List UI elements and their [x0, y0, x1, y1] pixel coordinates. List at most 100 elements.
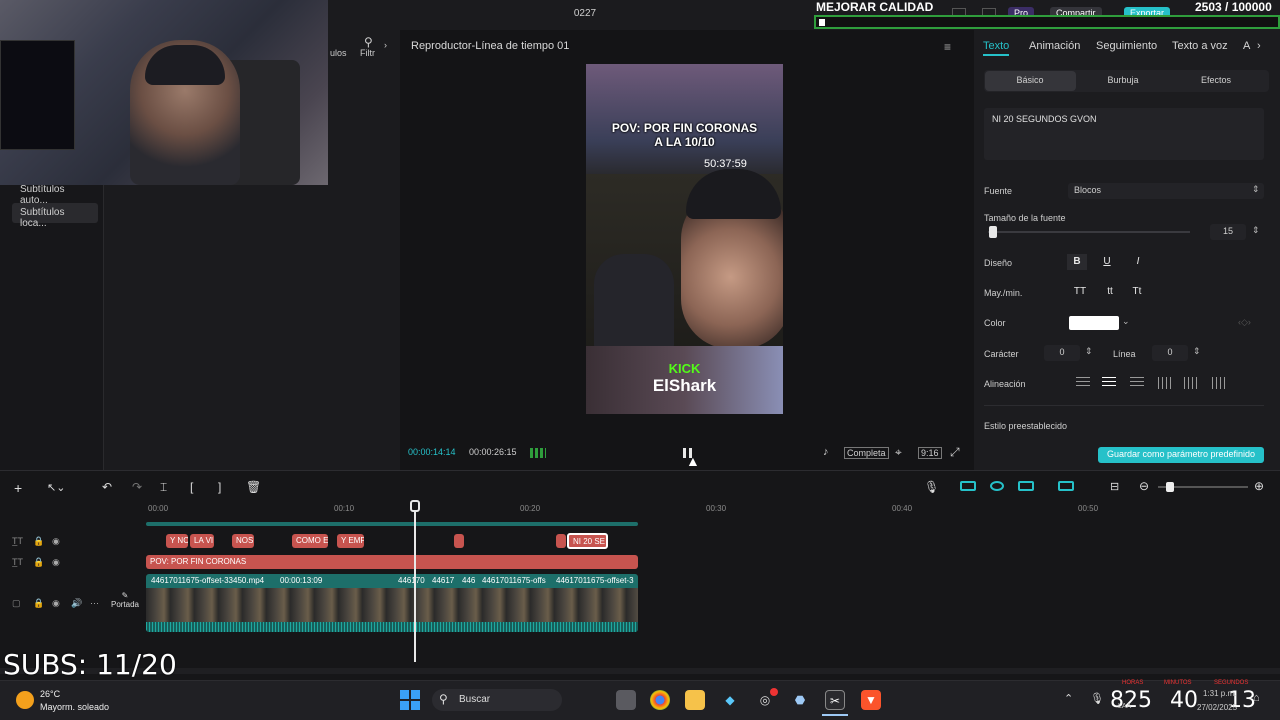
add-icon[interactable]: +: [14, 480, 22, 496]
titlecase-button[interactable]: Tt: [1127, 284, 1147, 300]
eye-icon[interactable]: ◉: [52, 557, 60, 568]
video-preview[interactable]: POV: POR FIN CORONAS A LA 10/10 50:37:59…: [586, 64, 783, 414]
pov-text-clip[interactable]: POV: POR FIN CORONAS: [146, 555, 638, 569]
chevron-right-icon[interactable]: ›: [384, 40, 387, 50]
subtab-basico[interactable]: Básico: [985, 75, 1075, 85]
microphone-icon[interactable]: 🎙: [924, 480, 939, 494]
eye-icon[interactable]: ◉: [52, 536, 60, 547]
text-clip[interactable]: Y NC: [166, 534, 188, 548]
tab-more[interactable]: A: [1243, 40, 1250, 52]
split-icon[interactable]: ⌶: [160, 480, 167, 495]
language-indicator[interactable]: LAA: [1118, 703, 1131, 710]
link-icon[interactable]: [990, 481, 1004, 491]
trim-left-icon[interactable]: [: [190, 480, 193, 494]
text-clip[interactable]: COMO E: [292, 534, 328, 548]
delete-icon[interactable]: 🗑: [246, 480, 261, 494]
notification-icon[interactable]: ⌂: [1253, 692, 1260, 704]
stepper-icon[interactable]: ⇕: [1085, 346, 1093, 357]
selected-text-clip[interactable]: NI 20 SE: [567, 533, 608, 549]
stepper-icon[interactable]: ⇕: [1252, 225, 1260, 236]
focus-icon[interactable]: ⌖: [895, 445, 902, 460]
chevron-up-icon[interactable]: ⌃: [1064, 692, 1073, 705]
brave-icon[interactable]: ▼: [861, 690, 881, 710]
cover-button[interactable]: ✎ Portada: [110, 591, 140, 617]
vertical-align-top-icon[interactable]: [1158, 377, 1172, 389]
clock-date[interactable]: 27/02/2025: [1197, 703, 1237, 712]
tab-titulos[interactable]: ulos: [330, 48, 347, 58]
fullscreen-icon[interactable]: ⤢: [950, 445, 960, 460]
zoom-in-icon[interactable]: ⊕: [1254, 479, 1264, 493]
zoom-knob[interactable]: [1166, 482, 1174, 492]
capcut-icon[interactable]: ✂: [825, 690, 845, 710]
line-spacing-input[interactable]: 0: [1152, 345, 1188, 361]
font-size-input[interactable]: 15: [1210, 224, 1246, 240]
audio-icon[interactable]: 🔊: [71, 598, 82, 609]
file-icon[interactable]: [616, 690, 636, 710]
weather-icon[interactable]: [16, 691, 34, 709]
completa-button[interactable]: Completa: [844, 447, 889, 459]
underline-button[interactable]: U: [1097, 254, 1117, 270]
lock-icon[interactable]: 🔒: [33, 598, 44, 609]
font-size-slider[interactable]: [988, 226, 1190, 238]
folder-icon[interactable]: [685, 690, 705, 710]
steam-icon[interactable]: ⬣: [790, 690, 810, 710]
menu-icon[interactable]: ≡: [944, 40, 951, 54]
redo-icon[interactable]: ↷: [132, 480, 142, 494]
vertical-align-bottom-icon[interactable]: [1212, 377, 1226, 389]
trim-right-icon[interactable]: ]: [218, 480, 221, 494]
tiktok-icon[interactable]: ♪: [823, 446, 829, 458]
tab-filtros[interactable]: Filtr: [360, 48, 375, 58]
snap-icon[interactable]: [1058, 481, 1074, 491]
text-clip[interactable]: [556, 534, 566, 548]
filter-icon[interactable]: ⚲: [364, 35, 373, 49]
chevron-down-icon[interactable]: ⌄: [1122, 316, 1130, 327]
keyframe-icon[interactable]: ‹◇›: [1238, 317, 1251, 328]
lock-icon[interactable]: 🔒: [33, 557, 44, 568]
italic-button[interactable]: I: [1128, 254, 1148, 270]
lock-icon[interactable]: 🔒: [33, 536, 44, 547]
align-center-icon[interactable]: [1102, 377, 1116, 389]
zoom-out-icon[interactable]: ⊖: [1139, 479, 1149, 493]
clock-time[interactable]: 1:31 p.m.: [1203, 689, 1236, 698]
chrome-icon[interactable]: [650, 690, 670, 710]
text-clip[interactable]: NOS: [232, 534, 254, 548]
character-spacing-input[interactable]: 0: [1044, 345, 1080, 361]
uppercase-button[interactable]: TT: [1070, 284, 1090, 300]
stepper-icon[interactable]: ⇕: [1193, 346, 1201, 357]
text-clip[interactable]: Y EMF: [337, 534, 364, 548]
caption-track-icon[interactable]: ⊟: [1110, 480, 1119, 493]
save-preset-button[interactable]: Guardar como parámetro predefinido: [1098, 447, 1264, 463]
align-left-icon[interactable]: [1076, 377, 1090, 389]
color-swatch[interactable]: [1069, 316, 1119, 330]
tab-seguimiento[interactable]: Seguimiento: [1096, 40, 1157, 52]
magnet-icon[interactable]: [960, 481, 976, 491]
text-content-field[interactable]: NI 20 SEGUNDOS GVON: [984, 108, 1264, 160]
eye-icon[interactable]: ◉: [52, 598, 60, 609]
font-select[interactable]: Blocos: [1068, 183, 1264, 199]
sidebar-item-local-captions[interactable]: Subtítulos loca...: [12, 203, 98, 229]
vscode-icon[interactable]: ◆: [720, 690, 740, 710]
bold-button[interactable]: B: [1067, 254, 1087, 270]
waveform-icon[interactable]: [530, 448, 546, 458]
slider-knob[interactable]: [989, 226, 997, 238]
subtab-burbuja[interactable]: Burbuja: [1078, 75, 1168, 85]
tab-texto-a-voz[interactable]: Texto a voz: [1172, 40, 1228, 52]
mic-tray-icon[interactable]: 🎙: [1090, 692, 1104, 705]
playhead[interactable]: [414, 500, 416, 662]
more-icon[interactable]: ⋯: [90, 598, 99, 609]
timeline-scrollbar[interactable]: [0, 668, 1280, 674]
text-clip[interactable]: LA VI: [190, 534, 214, 548]
windows-start-icon[interactable]: [400, 690, 420, 710]
aspect-ratio-button[interactable]: 9:16: [918, 447, 942, 459]
text-clip[interactable]: [454, 534, 464, 548]
undo-icon[interactable]: ↶: [102, 480, 112, 494]
preview-axis-icon[interactable]: [1018, 481, 1034, 491]
select-tool-icon[interactable]: ↖⌄: [47, 481, 65, 494]
align-right-icon[interactable]: [1130, 377, 1144, 389]
subtab-efectos[interactable]: Efectos: [1171, 75, 1261, 85]
playhead-handle[interactable]: [410, 500, 420, 512]
vertical-align-center-icon[interactable]: [1184, 377, 1198, 389]
taskbar-search[interactable]: Buscar: [432, 689, 562, 711]
tab-animacion[interactable]: Animación: [1029, 40, 1080, 52]
chevron-right-icon[interactable]: ›: [1257, 40, 1261, 52]
